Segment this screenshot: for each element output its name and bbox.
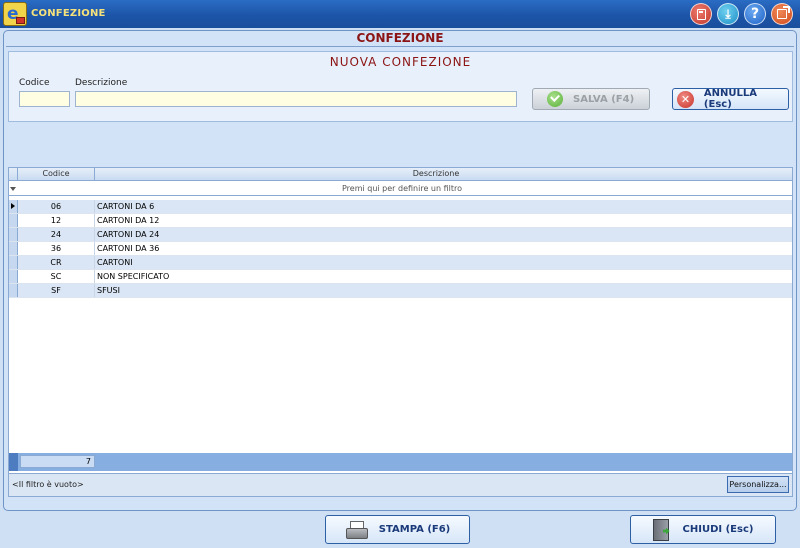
grid-header: Codice Descrizione xyxy=(9,168,792,181)
cell-codice: SC xyxy=(18,270,95,283)
printer-icon xyxy=(345,520,368,539)
download-icon[interactable]: ⤓ xyxy=(717,3,739,25)
cell-descrizione: SFUSI xyxy=(97,286,120,295)
table-row[interactable]: 36 CARTONI DA 36 xyxy=(9,242,792,256)
cell-descrizione: CARTONI DA 24 xyxy=(97,230,160,239)
cell-descrizione: CARTONI xyxy=(97,258,133,267)
row-selector xyxy=(9,270,18,283)
codice-label: Codice xyxy=(19,78,50,88)
save-button-label: SALVA (F4) xyxy=(573,93,635,105)
footer-selector xyxy=(9,453,18,471)
filter-row[interactable]: Premi qui per definire un filtro xyxy=(9,182,792,196)
cell-descrizione: CARTONI DA 6 xyxy=(97,202,155,211)
descrizione-label: Descrizione xyxy=(75,78,128,88)
filter-hint: Premi qui per definire un filtro xyxy=(341,184,463,193)
record-count: 7 xyxy=(20,455,95,468)
window-title: CONFEZIONE xyxy=(31,8,106,19)
close-button[interactable]: CHIUDI (Esc) xyxy=(630,515,776,544)
row-selector xyxy=(9,214,18,227)
close-icon: ✕ xyxy=(677,90,694,108)
cancel-button-label: ANNULLA (Esc) xyxy=(703,88,758,110)
help-icon[interactable]: ? xyxy=(744,3,766,25)
cell-codice: 06 xyxy=(18,200,95,213)
codice-input[interactable] xyxy=(19,91,70,107)
cell-codice: 12 xyxy=(18,214,95,227)
print-button-label: STAMPA (F6) xyxy=(378,524,451,535)
row-selector xyxy=(9,256,18,269)
row-selector xyxy=(9,242,18,255)
column-header-descrizione[interactable]: Descrizione xyxy=(95,168,777,180)
save-button[interactable]: SALVA (F4) xyxy=(532,88,650,110)
table-row[interactable]: 12 CARTONI DA 12 xyxy=(9,214,792,228)
data-grid[interactable]: Codice Descrizione Premi qui per definir… xyxy=(8,167,793,497)
cancel-button[interactable]: ✕ ANNULLA (Esc) xyxy=(672,88,789,110)
title-bar: e CONFEZIONE ⤓ ? xyxy=(0,0,800,28)
cell-codice: CR xyxy=(18,256,95,269)
row-selector xyxy=(9,284,18,297)
cell-codice: SF xyxy=(18,284,95,297)
table-row[interactable]: 24 CARTONI DA 24 xyxy=(9,228,792,242)
cell-descrizione: CARTONI DA 36 xyxy=(97,244,160,253)
check-icon xyxy=(547,91,563,107)
main-frame: CONFEZIONE NUOVA CONFEZIONE Codice Descr… xyxy=(3,30,797,511)
table-row[interactable]: 06 CARTONI DA 6 xyxy=(9,200,792,214)
column-header-codice[interactable]: Codice xyxy=(18,168,95,180)
table-row[interactable]: CR CARTONI xyxy=(9,256,792,270)
new-item-panel: NUOVA CONFEZIONE Codice Descrizione SALV… xyxy=(8,51,793,122)
row-selector-header xyxy=(9,168,18,180)
page-title: CONFEZIONE xyxy=(356,31,444,45)
cell-codice: 24 xyxy=(18,228,95,241)
exit-icon[interactable] xyxy=(771,3,793,25)
grid-status-bar: <Il filtro è vuoto> Personalizza... xyxy=(9,473,792,496)
grid-rows: 06 CARTONI DA 6 12 CARTONI DA 12 24 CART… xyxy=(9,200,792,298)
divider xyxy=(6,46,794,47)
print-button[interactable]: STAMPA (F6) xyxy=(325,515,470,544)
app-logo-icon: e xyxy=(3,2,27,26)
table-row[interactable]: SF SFUSI xyxy=(9,284,792,298)
door-exit-icon xyxy=(652,518,669,541)
filter-icon xyxy=(10,184,17,194)
table-row[interactable]: SC NON SPECIFICATO xyxy=(9,270,792,284)
current-row-indicator xyxy=(9,200,18,213)
cell-descrizione: NON SPECIFICATO xyxy=(97,272,170,281)
filter-status: <Il filtro è vuoto> xyxy=(12,480,84,489)
cell-codice: 36 xyxy=(18,242,95,255)
customize-button[interactable]: Personalizza... xyxy=(727,476,789,493)
cell-descrizione: CARTONI DA 12 xyxy=(97,216,160,225)
row-selector xyxy=(9,228,18,241)
close-button-label: CHIUDI (Esc) xyxy=(682,524,754,535)
descrizione-input[interactable] xyxy=(75,91,517,107)
grid-footer: 7 xyxy=(9,453,792,471)
calculator-icon[interactable] xyxy=(690,3,712,25)
panel-title: NUOVA CONFEZIONE xyxy=(329,55,472,69)
